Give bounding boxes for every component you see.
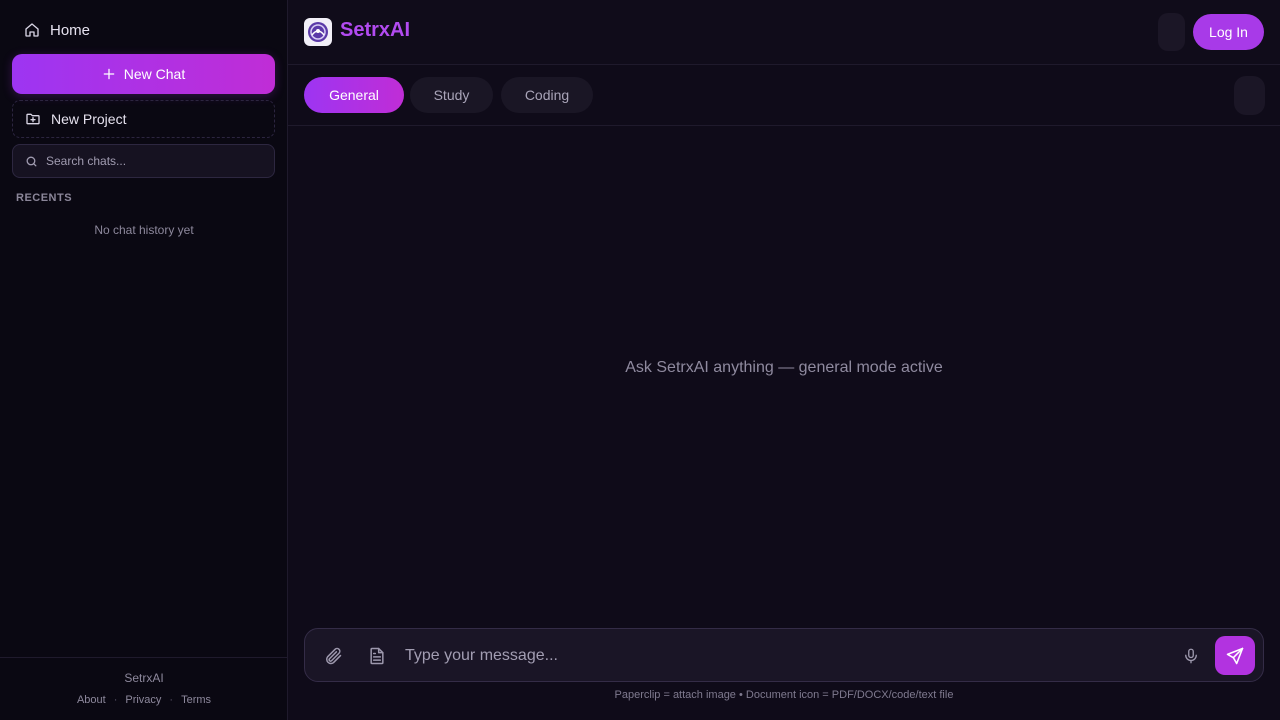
new-chat-label: New Chat: [123, 66, 186, 82]
about-link[interactable]: About: [77, 694, 106, 706]
recents-heading: RECENTS: [16, 192, 73, 204]
home-label: Home: [50, 21, 91, 39]
search-chats-field[interactable]: [12, 144, 275, 178]
home-icon: [25, 23, 39, 37]
composer-hint: Paperclip = attach image • Document icon…: [614, 689, 954, 701]
separator-dot: ·: [169, 694, 174, 706]
send-icon: [1226, 647, 1244, 664]
terms-link[interactable]: Terms: [181, 694, 211, 706]
folder-plus-icon: [26, 113, 40, 125]
new-project-button[interactable]: New Project: [12, 100, 275, 138]
sidebar-footer: SetrxAI About · Privacy · Terms: [0, 657, 288, 720]
search-chats-input[interactable]: [46, 154, 256, 168]
mode-tabs: General Study Coding: [288, 65, 1280, 126]
tabs-placeholder-button[interactable]: [1234, 76, 1265, 115]
send-button[interactable]: [1215, 636, 1255, 675]
sidebar: Home New Chat New Project RECENTS No cha…: [0, 0, 288, 720]
new-chat-button[interactable]: New Chat: [12, 54, 275, 94]
empty-state-text: Ask SetrxAI anything — general mode acti…: [625, 359, 943, 376]
search-icon: [26, 156, 37, 166]
privacy-link[interactable]: Privacy: [125, 694, 161, 706]
document-icon: [370, 647, 384, 665]
footer-links: About · Privacy · Terms: [0, 694, 288, 706]
login-button[interactable]: Log In: [1193, 14, 1264, 50]
tab-general[interactable]: General: [304, 77, 404, 113]
new-project-label: New Project: [51, 111, 127, 127]
footer-brand: SetrxAI: [124, 671, 164, 685]
brand-logo[interactable]: [304, 18, 332, 46]
logo-icon: [308, 22, 328, 42]
tab-study[interactable]: Study: [410, 77, 493, 113]
voice-input-button[interactable]: [1181, 646, 1201, 666]
message-input[interactable]: [405, 643, 1165, 669]
paperclip-icon: [326, 647, 342, 665]
microphone-icon: [1185, 648, 1197, 664]
empty-history-text: No chat history yet: [94, 223, 194, 237]
message-composer: [304, 628, 1264, 682]
attach-document-button[interactable]: [367, 646, 387, 666]
plus-icon: [103, 68, 115, 80]
separator-dot: ·: [113, 694, 118, 706]
attach-image-button[interactable]: [323, 646, 343, 666]
home-link[interactable]: Home: [12, 14, 275, 46]
header-placeholder-button[interactable]: [1158, 13, 1185, 51]
brand-name: SetrxAI: [340, 19, 411, 41]
top-header: SetrxAI Log In: [288, 0, 1280, 65]
tab-coding[interactable]: Coding: [501, 77, 593, 113]
